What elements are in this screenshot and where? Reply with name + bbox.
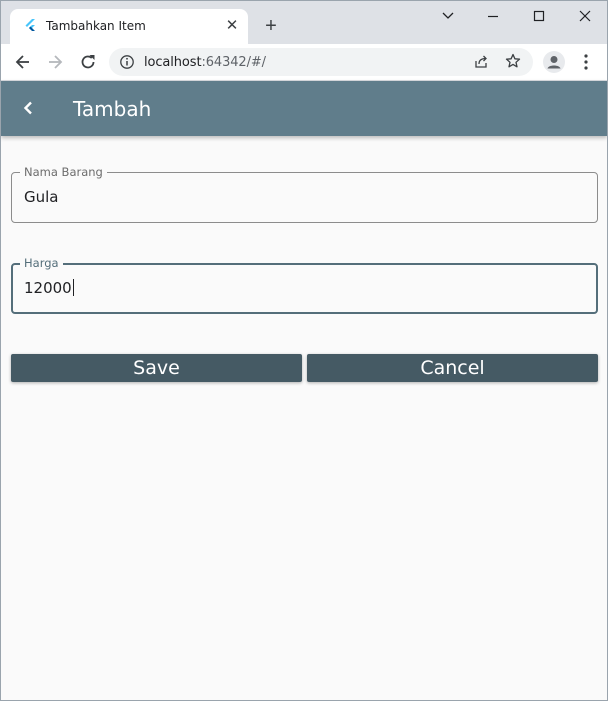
back-arrow-icon[interactable] — [19, 98, 39, 118]
url-host: localhost — [144, 55, 202, 70]
browser-tab[interactable]: Tambahkan Item ✕ — [10, 9, 248, 44]
page-title: Tambah — [73, 97, 152, 121]
cancel-button[interactable]: Cancel — [307, 354, 598, 382]
harga-field[interactable]: Harga 12000 — [11, 256, 598, 314]
maximize-icon[interactable] — [529, 7, 549, 25]
tab-strip: Tambahkan Item ✕ + — [1, 1, 607, 44]
kebab-menu-icon[interactable] — [583, 53, 589, 71]
tab-title: Tambahkan Item — [46, 19, 146, 33]
star-icon[interactable] — [505, 53, 521, 69]
save-button[interactable]: Save — [11, 354, 302, 382]
browser-window: Tambahkan Item ✕ + localhost:64342/#/ Ta… — [0, 0, 608, 701]
minimize-icon[interactable] — [483, 7, 503, 25]
reload-icon[interactable] — [78, 52, 98, 72]
flutter-icon — [25, 19, 35, 31]
harga-value: 12000 — [24, 279, 72, 297]
nama-barang-label: Nama Barang — [20, 165, 107, 179]
window-close-icon[interactable] — [575, 7, 595, 25]
address-bar[interactable]: localhost:64342/#/ — [109, 48, 533, 76]
text-caret — [72, 279, 74, 296]
arrow-right-icon[interactable] — [45, 52, 65, 72]
share-icon[interactable] — [473, 54, 489, 70]
nama-barang-value: Gula — [24, 188, 59, 206]
arrow-left-icon[interactable] — [13, 52, 33, 72]
harga-label: Harga — [20, 256, 63, 270]
close-icon[interactable]: ✕ — [224, 18, 240, 34]
info-icon[interactable] — [119, 54, 135, 70]
chevron-down-icon[interactable] — [438, 7, 458, 25]
person-glyph — [547, 56, 561, 69]
person-icon[interactable] — [543, 51, 565, 73]
url-text: localhost:64342/#/ — [144, 55, 266, 70]
app-bar: Tambah — [1, 81, 607, 136]
browser-toolbar: localhost:64342/#/ — [1, 44, 607, 81]
plus-icon[interactable]: + — [261, 16, 281, 36]
url-path: :64342/#/ — [201, 55, 266, 70]
nama-barang-field[interactable]: Nama Barang Gula — [11, 165, 598, 223]
harga-value-wrap: 12000 — [24, 279, 74, 297]
